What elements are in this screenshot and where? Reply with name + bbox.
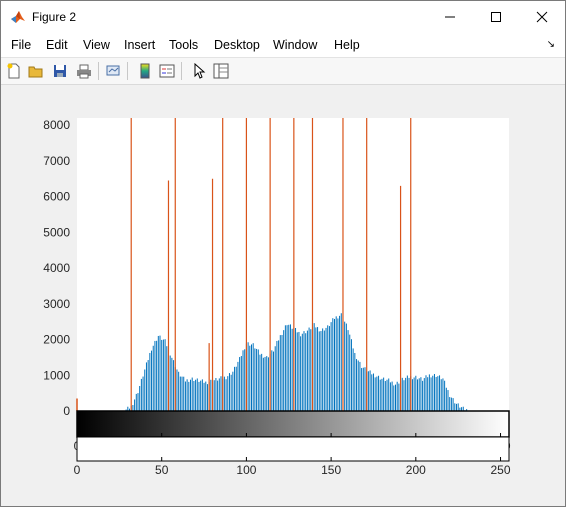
y-tick-label: 2000	[43, 333, 70, 347]
y-tick-label: 6000	[43, 190, 70, 204]
save-icon[interactable]	[50, 61, 70, 81]
maximize-button[interactable]	[473, 1, 519, 33]
minimize-icon	[445, 16, 455, 18]
new-figure-icon[interactable]	[4, 61, 24, 81]
toolbar	[1, 58, 565, 85]
y-tick-label: 3000	[43, 297, 70, 311]
window-title: Figure 2	[32, 10, 77, 24]
x-tick-label: 150	[321, 463, 341, 477]
close-button[interactable]	[519, 1, 565, 33]
property-inspector-icon[interactable]	[211, 61, 231, 81]
maximize-icon	[491, 12, 501, 22]
link-plot-icon[interactable]	[103, 61, 123, 81]
y-tick-label: 7000	[43, 154, 70, 168]
menu-tools[interactable]: Tools	[169, 38, 198, 52]
legend-icon[interactable]	[157, 61, 177, 81]
menu-insert[interactable]: Insert	[124, 38, 155, 52]
histogram-axes[interactable]: 0 1000 2000 3000 4000 5000 6000 7000 8000 0 50 100 1…	[1, 85, 565, 506]
x-tick-label: 0	[74, 463, 81, 477]
y-tick-label: 0	[63, 404, 70, 418]
x-tick-label: 200	[406, 463, 426, 477]
y-tick-label: 5000	[43, 225, 70, 239]
y-tick-label: 4000	[43, 261, 70, 275]
title-bar: Figure 2	[1, 1, 565, 33]
close-icon	[536, 11, 548, 23]
menu-view[interactable]: View	[83, 38, 110, 52]
y-tick-label: 8000	[43, 118, 70, 132]
menu-edit[interactable]: Edit	[46, 38, 68, 52]
toolbar-separator	[181, 62, 182, 80]
menu-file[interactable]: File	[11, 38, 31, 52]
minimize-button[interactable]	[427, 1, 473, 33]
y-axis: 0 1000 2000 3000 4000 5000 6000 7000 8000	[43, 118, 70, 418]
x-tick-label: 100	[236, 463, 256, 477]
plot-background	[77, 118, 509, 411]
colorbar-icon[interactable]	[135, 61, 155, 81]
figure-canvas: 0 1000 2000 3000 4000 5000 6000 7000 8000 0 50 100 1…	[1, 85, 565, 506]
x-tick-label: 50	[155, 463, 169, 477]
toolbar-dock-arrow-icon[interactable]: ↘	[547, 39, 555, 50]
colorbar	[76, 410, 510, 438]
matlab-logo-icon	[10, 9, 26, 25]
x-axis-box	[76, 436, 510, 462]
toolbar-separator	[127, 62, 128, 80]
x-tick-label: 250	[491, 463, 511, 477]
edit-plot-arrow-icon[interactable]	[189, 61, 209, 81]
figure-window: Figure 2 File Edit View Insert Tools Des…	[0, 0, 566, 507]
menu-desktop[interactable]: Desktop	[214, 38, 260, 52]
menu-help[interactable]: Help	[334, 38, 360, 52]
menu-bar: File Edit View Insert Tools Desktop Wind…	[1, 33, 565, 58]
toolbar-separator	[98, 62, 99, 80]
open-file-icon[interactable]	[26, 61, 46, 81]
y-tick-label: 1000	[43, 368, 70, 382]
print-icon[interactable]	[74, 61, 94, 81]
menu-window[interactable]: Window	[273, 38, 317, 52]
